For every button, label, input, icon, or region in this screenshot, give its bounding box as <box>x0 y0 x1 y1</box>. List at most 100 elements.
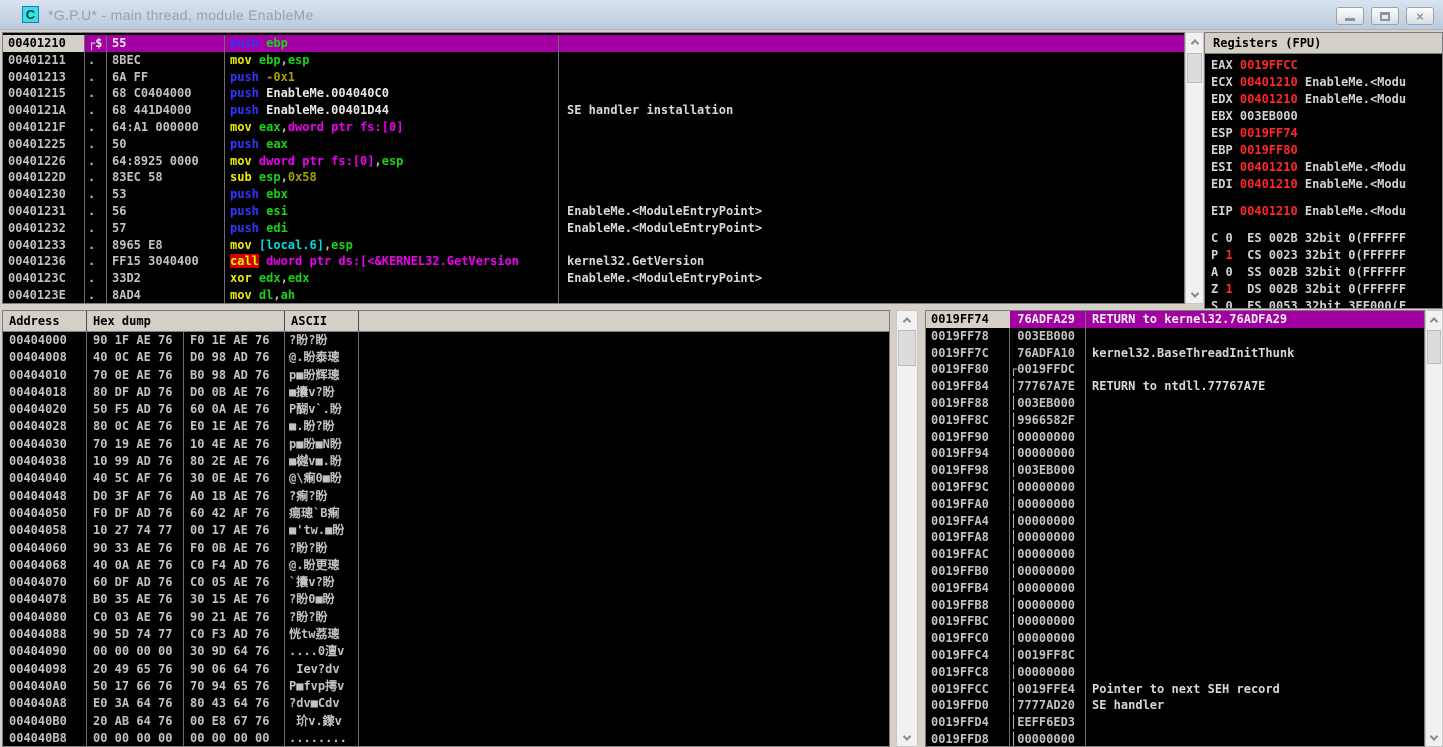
minimize-button[interactable] <box>1336 7 1364 25</box>
hexdump-row[interactable]: 00404080C0 03 AE 7690 21 AE 76?盼?盼 <box>3 609 889 626</box>
hexdump-row[interactable]: 004040A050 17 66 7670 94 65 76P■fvp摴v <box>3 678 889 695</box>
hexdump-row[interactable]: 0040407060 DF AD 76C0 05 AE 76`攮v?盼 <box>3 574 889 591</box>
titlebar[interactable]: C *G.P.U* - main thread, module EnableMe… <box>0 0 1443 30</box>
register-row[interactable]: EBP 0019FF80 <box>1211 142 1442 159</box>
hexdump-row[interactable]: 0040408890 5D 74 77C0 F3 AD 76恍tw荔璁 <box>3 626 889 643</box>
hexdump-row[interactable]: 004040B800 00 00 0000 00 00 00........ <box>3 730 889 747</box>
disasm-row[interactable]: 00401210┌$55push ebp <box>3 35 1184 52</box>
disasm-row[interactable]: 0040121F.64:A1 000000mov eax,dword ptr f… <box>3 119 1184 136</box>
hexdump-row[interactable]: 00404050F0 DF AD 7660 42 AF 76痬璁`B痸 <box>3 505 889 522</box>
stack-row[interactable]: 0019FFA4│00000000 <box>926 513 1424 530</box>
register-row[interactable]: EIP 00401210 EnableMe.<Modu <box>1211 203 1442 220</box>
register-row[interactable]: ESI 00401210 EnableMe.<Modu <box>1211 159 1442 176</box>
hexdump-row[interactable]: 0040409000 00 00 0030 9D 64 76....0澶v <box>3 643 889 660</box>
scroll-down-button[interactable] <box>1186 286 1203 303</box>
instruction-part: esi <box>266 204 288 218</box>
scroll-thumb[interactable] <box>1427 330 1441 364</box>
stack-row[interactable]: 0019FFAC│00000000 <box>926 546 1424 563</box>
stack-row[interactable]: 0019FFCC│0019FFE4Pointer to next SEH rec… <box>926 681 1424 698</box>
disasm-row[interactable]: 00401230.53push ebx <box>3 186 1184 203</box>
hexdump-row[interactable]: 0040401070 0E AE 76B0 98 AD 76p■盼辉璁 <box>3 367 889 384</box>
disasm-row[interactable]: 00401211.8BECmov ebp,esp <box>3 52 1184 69</box>
hexdump-row[interactable]: 0040403070 19 AE 7610 4E AE 76p■盼■N盼 <box>3 436 889 453</box>
disasm-instruction: mov [local.6],esp <box>225 237 559 254</box>
maximize-button[interactable] <box>1371 7 1399 25</box>
disasm-address: 00401225 <box>3 136 85 153</box>
disasm-row[interactable]: 0040123C.33D2xor edx,edxEnableMe.<Module… <box>3 270 1184 287</box>
hexdump-row[interactable]: 0040401880 DF AD 76D0 0B AE 76■攮v?盼 <box>3 384 889 401</box>
disasm-row[interactable]: 00401226.64:8925 0000mov dword ptr fs:[0… <box>3 153 1184 170</box>
stack-row[interactable]: 0019FF74 76ADFA29RETURN to kernel32.76AD… <box>926 311 1424 328</box>
flag-row[interactable]: Z 1 DS 002B 32bit 0(FFFFFF <box>1211 281 1442 298</box>
disasm-row[interactable]: 00401215.68 C0404000push EnableMe.004040… <box>3 85 1184 102</box>
stack-row[interactable]: 0019FF9C│00000000 <box>926 479 1424 496</box>
stack-row[interactable]: 0019FFB0│00000000 <box>926 563 1424 580</box>
stack-row[interactable]: 0019FFD8│00000000 <box>926 731 1424 747</box>
stack-scrollbar[interactable] <box>1425 310 1443 747</box>
stack-row[interactable]: 0019FF80┌0019FFDC <box>926 361 1424 378</box>
hexdump-row[interactable]: 0040402880 0C AE 76E0 1E AE 76■.盼?盼 <box>3 418 889 435</box>
scroll-thumb[interactable] <box>898 330 916 366</box>
stack-row[interactable]: 0019FFD0│7777AD20SE handler <box>926 697 1424 714</box>
stack-row[interactable]: 0019FFB4│00000000 <box>926 580 1424 597</box>
register-row[interactable]: EDI 00401210 EnableMe.<Modu <box>1211 176 1442 193</box>
stack-row[interactable]: 0019FF94│00000000 <box>926 445 1424 462</box>
hexdump-row[interactable]: 0040400840 0C AE 76D0 98 AD 76@.盼泰璁 <box>3 349 889 366</box>
stack-row[interactable]: 0019FFC8│00000000 <box>926 664 1424 681</box>
stack-row[interactable]: 0019FFC4│0019FF8C <box>926 647 1424 664</box>
scroll-down-button[interactable] <box>897 729 917 746</box>
hexdump-row[interactable]: 0040406090 33 AE 76F0 0B AE 76?盼?盼 <box>3 540 889 557</box>
hexdump-row[interactable]: 0040403810 99 AD 7680 2E AE 76■樾v■.盼 <box>3 453 889 470</box>
close-button[interactable]: × <box>1406 7 1434 25</box>
disassembly-scrollbar[interactable] <box>1185 32 1204 304</box>
hexdump-row[interactable]: 004040B020 AB 64 7600 E8 67 76 玠v.鑗v <box>3 713 889 730</box>
stack-row[interactable]: 0019FFA8│00000000 <box>926 529 1424 546</box>
register-row[interactable]: EAX 0019FFCC <box>1211 57 1442 74</box>
disasm-row[interactable]: 0040123E.8AD4mov dl,ah <box>3 287 1184 304</box>
hexdump-row[interactable]: 00404078B0 35 AE 7630 15 AE 76?盼0■盼 <box>3 591 889 608</box>
hexdump-row[interactable]: 0040402050 F5 AD 7660 0A AE 76P醐v`.盼 <box>3 401 889 418</box>
register-row[interactable]: EBX 003EB000 <box>1211 108 1442 125</box>
hexdump-row[interactable]: 00404048D0 3F AF 76A0 1B AE 76?痸?盼 <box>3 488 889 505</box>
disasm-row[interactable]: 00401231.56push esiEnableMe.<ModuleEntry… <box>3 203 1184 220</box>
hexdump-row[interactable]: 0040404040 5C AF 7630 0E AE 76@\痸0■盼 <box>3 470 889 487</box>
disasm-row[interactable]: 00401213.6A FFpush -0x1 <box>3 69 1184 86</box>
stack-row[interactable]: 0019FF88│003EB000 <box>926 395 1424 412</box>
flag-row[interactable]: A 0 SS 002B 32bit 0(FFFFFF <box>1211 264 1442 281</box>
stack-row[interactable]: 0019FFC0│00000000 <box>926 630 1424 647</box>
register-row[interactable]: EDX 00401210 EnableMe.<Modu <box>1211 91 1442 108</box>
stack-row[interactable]: 0019FF8C│9966582F <box>926 412 1424 429</box>
stack-row[interactable]: 0019FF90│00000000 <box>926 429 1424 446</box>
stack-row[interactable]: 0019FF84│77767A7ERETURN to ntdll.77767A7… <box>926 378 1424 395</box>
scroll-up-button[interactable] <box>1186 33 1203 50</box>
register-row[interactable]: ESP 0019FF74 <box>1211 125 1442 142</box>
hexdump-row[interactable]: 0040409820 49 65 7690 06 64 76 Iev?dv <box>3 661 889 678</box>
disasm-row[interactable]: 00401225.50push eax <box>3 136 1184 153</box>
flag-row[interactable]: P 1 CS 0023 32bit 0(FFFFFF <box>1211 247 1442 264</box>
disasm-row[interactable]: 00401236.FF15 3040400call dword ptr ds:[… <box>3 253 1184 270</box>
stack-row[interactable]: 0019FFBC│00000000 <box>926 613 1424 630</box>
disasm-row[interactable]: 00401232.57push ediEnableMe.<ModuleEntry… <box>3 220 1184 237</box>
hexdump-row[interactable]: 004040A8E0 3A 64 7680 43 64 76?dv■Cdv <box>3 695 889 712</box>
stack-row[interactable]: 0019FFD4│EEFF6ED3 <box>926 714 1424 731</box>
stack-row[interactable]: 0019FFA0│00000000 <box>926 496 1424 513</box>
hexdump-row[interactable]: 0040405810 27 74 7700 17 AE 76■'tw.■盼 <box>3 522 889 539</box>
scroll-thumb[interactable] <box>1187 53 1202 83</box>
stack-row[interactable]: 0019FF7C 76ADFA10kernel32.BaseThreadInit… <box>926 345 1424 362</box>
disasm-row[interactable]: 0040121A.68 441D4000push EnableMe.00401D… <box>3 102 1184 119</box>
hexdump-row[interactable]: 0040406840 0A AE 76C0 F4 AD 76@.盼更璁 <box>3 557 889 574</box>
disasm-instruction: push eax <box>225 136 559 153</box>
register-row[interactable]: ECX 00401210 EnableMe.<Modu <box>1211 74 1442 91</box>
stack-row[interactable]: 0019FFB8│00000000 <box>926 597 1424 614</box>
flag-row[interactable]: S 0 FS 0053 32bit 3EE000(F <box>1211 298 1442 309</box>
scroll-up-button[interactable] <box>1426 311 1442 328</box>
hexdump-scrollbar[interactable] <box>896 310 918 747</box>
flag-row[interactable]: C 0 ES 002B 32bit 0(FFFFFF <box>1211 230 1442 247</box>
stack-row[interactable]: 0019FF78 003EB000 <box>926 328 1424 345</box>
disasm-row[interactable]: 0040122D.83EC 58sub esp,0x58 <box>3 169 1184 186</box>
disasm-row[interactable]: 00401233.8965 E8mov [local.6],esp <box>3 237 1184 254</box>
scroll-up-button[interactable] <box>897 311 917 328</box>
scroll-down-button[interactable] <box>1426 729 1442 746</box>
stack-row[interactable]: 0019FF98│003EB000 <box>926 462 1424 479</box>
hexdump-row[interactable]: 0040400090 1F AE 76F0 1E AE 76?盼?盼 <box>3 332 889 349</box>
